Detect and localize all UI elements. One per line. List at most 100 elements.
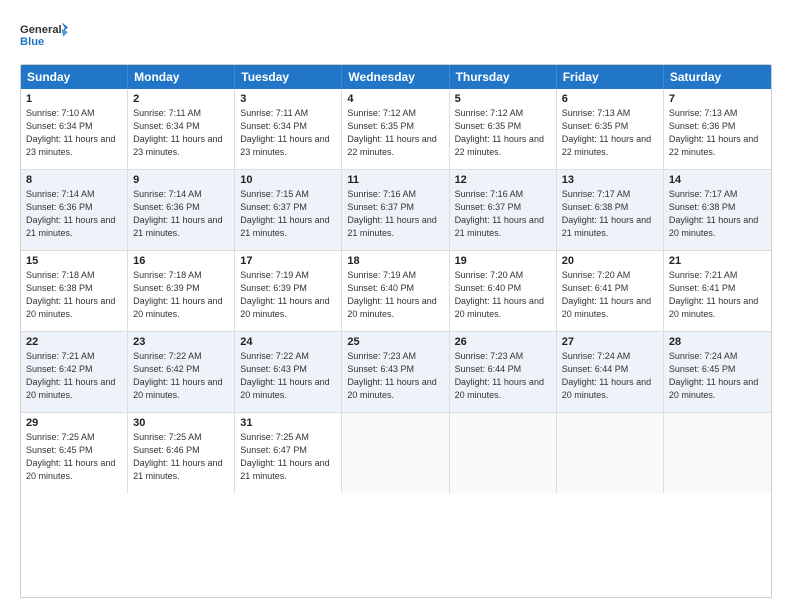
day-number: 17: [240, 255, 336, 267]
calendar-cell: [450, 413, 557, 493]
day-number: 7: [669, 93, 766, 105]
day-number: 12: [455, 174, 551, 186]
day-info: Sunrise: 7:12 AMSunset: 6:35 PMDaylight:…: [347, 108, 436, 157]
calendar-cell: 17 Sunrise: 7:19 AMSunset: 6:39 PMDaylig…: [235, 251, 342, 331]
day-info: Sunrise: 7:11 AMSunset: 6:34 PMDaylight:…: [133, 108, 222, 157]
day-info: Sunrise: 7:24 AMSunset: 6:44 PMDaylight:…: [562, 351, 651, 400]
calendar-cell: 15 Sunrise: 7:18 AMSunset: 6:38 PMDaylig…: [21, 251, 128, 331]
day-number: 5: [455, 93, 551, 105]
calendar-cell: 1 Sunrise: 7:10 AMSunset: 6:34 PMDayligh…: [21, 89, 128, 169]
calendar-cell: 22 Sunrise: 7:21 AMSunset: 6:42 PMDaylig…: [21, 332, 128, 412]
calendar-cell: 4 Sunrise: 7:12 AMSunset: 6:35 PMDayligh…: [342, 89, 449, 169]
calendar-cell: 7 Sunrise: 7:13 AMSunset: 6:36 PMDayligh…: [664, 89, 771, 169]
calendar-cell: 6 Sunrise: 7:13 AMSunset: 6:35 PMDayligh…: [557, 89, 664, 169]
calendar: SundayMondayTuesdayWednesdayThursdayFrid…: [20, 64, 772, 598]
day-info: Sunrise: 7:11 AMSunset: 6:34 PMDaylight:…: [240, 108, 329, 157]
day-number: 11: [347, 174, 443, 186]
day-number: 1: [26, 93, 122, 105]
day-info: Sunrise: 7:25 AMSunset: 6:47 PMDaylight:…: [240, 432, 329, 481]
day-number: 27: [562, 336, 658, 348]
day-number: 8: [26, 174, 122, 186]
calendar-cell: 10 Sunrise: 7:15 AMSunset: 6:37 PMDaylig…: [235, 170, 342, 250]
calendar-cell: 16 Sunrise: 7:18 AMSunset: 6:39 PMDaylig…: [128, 251, 235, 331]
day-number: 30: [133, 417, 229, 429]
calendar-week: 15 Sunrise: 7:18 AMSunset: 6:38 PMDaylig…: [21, 251, 771, 332]
day-info: Sunrise: 7:23 AMSunset: 6:44 PMDaylight:…: [455, 351, 544, 400]
calendar-cell: 19 Sunrise: 7:20 AMSunset: 6:40 PMDaylig…: [450, 251, 557, 331]
calendar-cell: 23 Sunrise: 7:22 AMSunset: 6:42 PMDaylig…: [128, 332, 235, 412]
day-number: 16: [133, 255, 229, 267]
day-info: Sunrise: 7:13 AMSunset: 6:36 PMDaylight:…: [669, 108, 758, 157]
day-info: Sunrise: 7:18 AMSunset: 6:38 PMDaylight:…: [26, 270, 115, 319]
day-info: Sunrise: 7:15 AMSunset: 6:37 PMDaylight:…: [240, 189, 329, 238]
day-info: Sunrise: 7:19 AMSunset: 6:40 PMDaylight:…: [347, 270, 436, 319]
calendar-header-cell: Friday: [557, 65, 664, 89]
day-info: Sunrise: 7:19 AMSunset: 6:39 PMDaylight:…: [240, 270, 329, 319]
day-info: Sunrise: 7:20 AMSunset: 6:40 PMDaylight:…: [455, 270, 544, 319]
day-info: Sunrise: 7:25 AMSunset: 6:45 PMDaylight:…: [26, 432, 115, 481]
day-number: 19: [455, 255, 551, 267]
day-info: Sunrise: 7:22 AMSunset: 6:42 PMDaylight:…: [133, 351, 222, 400]
calendar-header-cell: Tuesday: [235, 65, 342, 89]
day-number: 31: [240, 417, 336, 429]
calendar-cell: 12 Sunrise: 7:16 AMSunset: 6:37 PMDaylig…: [450, 170, 557, 250]
calendar-header-cell: Sunday: [21, 65, 128, 89]
calendar-cell: 27 Sunrise: 7:24 AMSunset: 6:44 PMDaylig…: [557, 332, 664, 412]
day-info: Sunrise: 7:16 AMSunset: 6:37 PMDaylight:…: [455, 189, 544, 238]
day-info: Sunrise: 7:13 AMSunset: 6:35 PMDaylight:…: [562, 108, 651, 157]
calendar-week: 8 Sunrise: 7:14 AMSunset: 6:36 PMDayligh…: [21, 170, 771, 251]
calendar-cell: [557, 413, 664, 493]
day-info: Sunrise: 7:23 AMSunset: 6:43 PMDaylight:…: [347, 351, 436, 400]
calendar-header-cell: Thursday: [450, 65, 557, 89]
svg-text:Blue: Blue: [20, 36, 44, 48]
day-info: Sunrise: 7:25 AMSunset: 6:46 PMDaylight:…: [133, 432, 222, 481]
day-info: Sunrise: 7:18 AMSunset: 6:39 PMDaylight:…: [133, 270, 222, 319]
day-info: Sunrise: 7:17 AMSunset: 6:38 PMDaylight:…: [669, 189, 758, 238]
day-number: 2: [133, 93, 229, 105]
day-info: Sunrise: 7:12 AMSunset: 6:35 PMDaylight:…: [455, 108, 544, 157]
day-info: Sunrise: 7:16 AMSunset: 6:37 PMDaylight:…: [347, 189, 436, 238]
calendar-cell: 2 Sunrise: 7:11 AMSunset: 6:34 PMDayligh…: [128, 89, 235, 169]
day-number: 18: [347, 255, 443, 267]
day-number: 21: [669, 255, 766, 267]
day-info: Sunrise: 7:14 AMSunset: 6:36 PMDaylight:…: [133, 189, 222, 238]
day-info: Sunrise: 7:17 AMSunset: 6:38 PMDaylight:…: [562, 189, 651, 238]
day-number: 24: [240, 336, 336, 348]
svg-text:General: General: [20, 24, 62, 36]
calendar-header-cell: Wednesday: [342, 65, 449, 89]
header: General Blue: [20, 18, 772, 54]
day-number: 25: [347, 336, 443, 348]
day-number: 6: [562, 93, 658, 105]
day-info: Sunrise: 7:20 AMSunset: 6:41 PMDaylight:…: [562, 270, 651, 319]
calendar-cell: 20 Sunrise: 7:20 AMSunset: 6:41 PMDaylig…: [557, 251, 664, 331]
calendar-cell: 3 Sunrise: 7:11 AMSunset: 6:34 PMDayligh…: [235, 89, 342, 169]
calendar-cell: 11 Sunrise: 7:16 AMSunset: 6:37 PMDaylig…: [342, 170, 449, 250]
calendar-header: SundayMondayTuesdayWednesdayThursdayFrid…: [21, 65, 771, 89]
calendar-body: 1 Sunrise: 7:10 AMSunset: 6:34 PMDayligh…: [21, 89, 771, 493]
calendar-cell: 14 Sunrise: 7:17 AMSunset: 6:38 PMDaylig…: [664, 170, 771, 250]
calendar-cell: 5 Sunrise: 7:12 AMSunset: 6:35 PMDayligh…: [450, 89, 557, 169]
calendar-cell: 29 Sunrise: 7:25 AMSunset: 6:45 PMDaylig…: [21, 413, 128, 493]
calendar-cell: 21 Sunrise: 7:21 AMSunset: 6:41 PMDaylig…: [664, 251, 771, 331]
day-info: Sunrise: 7:21 AMSunset: 6:42 PMDaylight:…: [26, 351, 115, 400]
day-number: 10: [240, 174, 336, 186]
calendar-cell: 13 Sunrise: 7:17 AMSunset: 6:38 PMDaylig…: [557, 170, 664, 250]
day-number: 3: [240, 93, 336, 105]
calendar-cell: 28 Sunrise: 7:24 AMSunset: 6:45 PMDaylig…: [664, 332, 771, 412]
day-number: 20: [562, 255, 658, 267]
day-number: 22: [26, 336, 122, 348]
calendar-header-cell: Saturday: [664, 65, 771, 89]
day-number: 4: [347, 93, 443, 105]
calendar-cell: 25 Sunrise: 7:23 AMSunset: 6:43 PMDaylig…: [342, 332, 449, 412]
logo: General Blue: [20, 18, 68, 54]
day-number: 23: [133, 336, 229, 348]
day-number: 26: [455, 336, 551, 348]
calendar-header-cell: Monday: [128, 65, 235, 89]
day-info: Sunrise: 7:14 AMSunset: 6:36 PMDaylight:…: [26, 189, 115, 238]
calendar-cell: 30 Sunrise: 7:25 AMSunset: 6:46 PMDaylig…: [128, 413, 235, 493]
calendar-week: 29 Sunrise: 7:25 AMSunset: 6:45 PMDaylig…: [21, 413, 771, 493]
calendar-cell: [342, 413, 449, 493]
day-number: 28: [669, 336, 766, 348]
day-info: Sunrise: 7:22 AMSunset: 6:43 PMDaylight:…: [240, 351, 329, 400]
page: General Blue SundayMondayTuesdayWednesda…: [0, 0, 792, 612]
